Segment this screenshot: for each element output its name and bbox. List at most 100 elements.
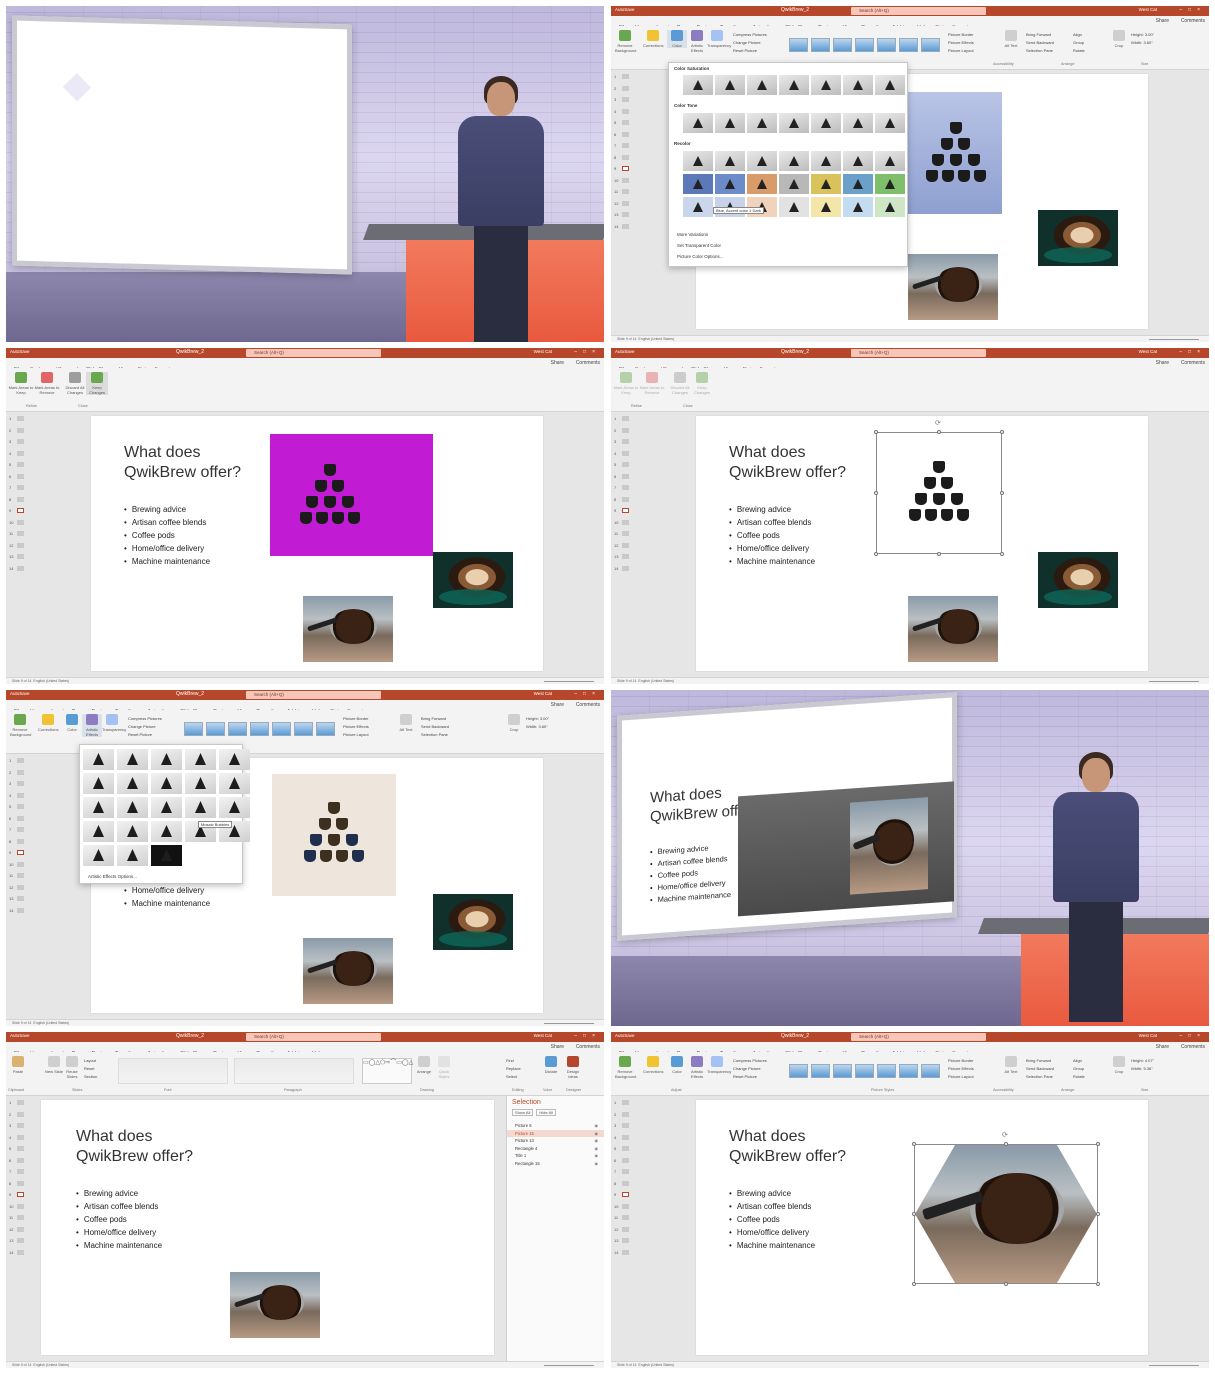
keep-changes-button[interactable]: Keep Changes bbox=[691, 372, 713, 395]
design-ideas-button[interactable]: Design Ideas bbox=[563, 1056, 583, 1079]
slide-bullets[interactable]: Brewing adviceArtisan coffee blendsCoffe… bbox=[76, 1187, 162, 1252]
discard-changes-button[interactable]: Discard All Changes bbox=[64, 372, 86, 395]
shapes-gallery[interactable]: ▭◯△⬠⇨⌒▭◯△ bbox=[362, 1058, 413, 1084]
pods-removal-preview[interactable] bbox=[270, 434, 433, 556]
find-button[interactable]: Find bbox=[506, 1057, 521, 1065]
zoom-slider[interactable] bbox=[1149, 339, 1199, 340]
send-backward-button[interactable]: Send Backward bbox=[1026, 39, 1054, 47]
slide-canvas[interactable]: What doesQwikBrew offer? Brewing adviceA… bbox=[696, 416, 1148, 671]
mark-areas-remove-button[interactable]: Mark Areas to Remove bbox=[639, 372, 665, 395]
latte-picture[interactable] bbox=[1038, 552, 1118, 608]
width-field[interactable]: 3.60" bbox=[538, 724, 547, 729]
comments-button[interactable]: Comments bbox=[576, 700, 600, 710]
selected-picture-frame[interactable]: ⟳ bbox=[874, 420, 1004, 556]
selection-item[interactable]: Picture 15 bbox=[507, 1129, 604, 1137]
reuse-slides-button[interactable]: Reuse Slides bbox=[62, 1056, 82, 1079]
replace-button[interactable]: Replace bbox=[506, 1065, 521, 1073]
corrections-button[interactable]: Corrections bbox=[643, 1056, 663, 1074]
group-button[interactable]: Group bbox=[1073, 1065, 1085, 1073]
slide-bullets[interactable]: Brewing adviceArtisan coffee blendsCoffe… bbox=[729, 1187, 815, 1252]
slide-bullets[interactable]: Brewing adviceArtisan coffee blendsCoffe… bbox=[729, 503, 815, 568]
change-picture-button[interactable]: Change Picture bbox=[733, 1065, 767, 1073]
bring-forward-button[interactable]: Bring Forward bbox=[421, 715, 449, 723]
coffee-pods-artistic-picture[interactable] bbox=[272, 774, 396, 896]
layout-button[interactable]: Layout bbox=[84, 1057, 97, 1065]
show-all-button[interactable]: Show All bbox=[512, 1109, 534, 1116]
alt-text-button[interactable]: Alt Text bbox=[396, 714, 416, 732]
hexagon-picture-frame[interactable]: ⟳ bbox=[912, 1132, 1100, 1286]
comments-button[interactable]: Comments bbox=[576, 1042, 600, 1052]
color-button[interactable]: Color bbox=[62, 714, 82, 732]
zoom-slider[interactable] bbox=[544, 1023, 594, 1024]
window-controls[interactable]: –□× bbox=[574, 691, 601, 697]
comments-button[interactable]: Comments bbox=[576, 358, 600, 368]
selection-item[interactable]: Title 1 bbox=[507, 1152, 604, 1160]
window-controls[interactable]: –□× bbox=[574, 1033, 601, 1039]
slide-canvas[interactable]: What doesQwikBrew offer? Brewing adviceA… bbox=[91, 416, 543, 671]
zoom-slider[interactable] bbox=[544, 1365, 594, 1366]
rotate-handle-icon[interactable]: ⟳ bbox=[935, 419, 941, 427]
bring-forward-button[interactable]: Bring Forward bbox=[1026, 31, 1054, 39]
paragraph-controls[interactable] bbox=[234, 1058, 354, 1084]
artistic-effects-gallery[interactable] bbox=[83, 749, 250, 866]
width-field[interactable]: 5.36" bbox=[1143, 1066, 1152, 1071]
paste-button[interactable]: Paste bbox=[8, 1056, 28, 1074]
remove-background-button[interactable]: Remove Background bbox=[10, 714, 31, 737]
selection-pane-button[interactable]: Selection Pane bbox=[421, 731, 449, 739]
recolor-row-1[interactable] bbox=[683, 151, 905, 171]
compress-pictures-button[interactable]: Compress Pictures bbox=[128, 715, 162, 723]
search-box[interactable]: Search (Alt+Q) bbox=[851, 1033, 986, 1041]
tone-presets[interactable] bbox=[683, 113, 905, 133]
mark-areas-keep-button[interactable]: Mark Areas to Keep bbox=[613, 372, 639, 395]
comments-button[interactable]: Comments bbox=[1181, 1042, 1205, 1052]
mark-areas-keep-button[interactable]: Mark Areas to Keep bbox=[8, 372, 34, 395]
new-slide-button[interactable]: New Slide bbox=[44, 1056, 64, 1074]
reset-picture-button[interactable]: Reset Picture bbox=[733, 47, 767, 55]
search-box[interactable]: Search (Alt+Q) bbox=[246, 1033, 381, 1041]
reset-button[interactable]: Reset bbox=[84, 1065, 97, 1073]
slide-title[interactable]: What doesQwikBrew offer? bbox=[729, 1127, 846, 1167]
zoom-slider[interactable] bbox=[1149, 681, 1199, 682]
slide-canvas[interactable]: What doesQwikBrew offer? Brewing adviceA… bbox=[696, 1100, 1148, 1355]
align-button[interactable]: Align bbox=[1073, 1057, 1085, 1065]
reset-picture-button[interactable]: Reset Picture bbox=[128, 731, 162, 739]
picture-styles-gallery[interactable] bbox=[789, 1064, 940, 1078]
corrections-button[interactable]: Corrections bbox=[38, 714, 58, 732]
send-backward-button[interactable]: Send Backward bbox=[421, 723, 449, 731]
crop-button[interactable]: Crop bbox=[504, 714, 524, 732]
search-box[interactable]: Search (Alt+Q) bbox=[851, 349, 986, 357]
window-controls[interactable]: –□× bbox=[1179, 349, 1206, 355]
quick-styles-button[interactable]: Quick Styles bbox=[434, 1056, 454, 1079]
rotate-button[interactable]: Rotate bbox=[1073, 47, 1085, 55]
picture-layout-button[interactable]: Picture Layout bbox=[948, 47, 974, 55]
reset-picture-button[interactable]: Reset Picture bbox=[733, 1073, 767, 1081]
latte-picture[interactable] bbox=[1038, 210, 1118, 266]
height-field[interactable]: 4.07" bbox=[1145, 1058, 1154, 1063]
font-controls[interactable] bbox=[118, 1058, 228, 1084]
share-button[interactable]: Share bbox=[551, 358, 564, 368]
height-field[interactable]: 3.00" bbox=[540, 716, 549, 721]
rotate-handle-icon[interactable]: ⟳ bbox=[1002, 1131, 1008, 1139]
align-button[interactable]: Align bbox=[1073, 31, 1085, 39]
compress-pictures-button[interactable]: Compress Pictures bbox=[733, 1057, 767, 1065]
bring-forward-button[interactable]: Bring Forward bbox=[1026, 1057, 1054, 1065]
selection-item[interactable]: Rectangle 15 bbox=[507, 1160, 604, 1168]
remove-background-button[interactable]: Remove Background bbox=[615, 1056, 636, 1079]
slide-canvas[interactable]: What doesQwikBrew offer? Brewing adviceA… bbox=[41, 1100, 494, 1355]
artistic-effects-options-item[interactable]: Artistic Effects Options... bbox=[88, 874, 137, 879]
recolor-row-2[interactable] bbox=[683, 174, 905, 194]
latte-picture[interactable] bbox=[433, 552, 513, 608]
slide-title[interactable]: What doesQwikBrew offer? bbox=[729, 443, 846, 483]
picture-effects-button[interactable]: Picture Effects bbox=[343, 723, 369, 731]
portafilter-picture[interactable] bbox=[230, 1272, 320, 1338]
slide-bullets[interactable]: Brewing adviceArtisan coffee blendsCoffe… bbox=[124, 503, 210, 568]
comments-button[interactable]: Comments bbox=[1181, 16, 1205, 26]
compress-pictures-button[interactable]: Compress Pictures bbox=[733, 31, 767, 39]
slide-title[interactable]: What doesQwikBrew offer? bbox=[76, 1127, 193, 1167]
selection-item[interactable]: Picture 13 bbox=[507, 1137, 604, 1145]
mark-areas-remove-button[interactable]: Mark Areas to Remove bbox=[34, 372, 60, 395]
transparency-button[interactable]: Transparency bbox=[102, 714, 126, 732]
comments-button[interactable]: Comments bbox=[1181, 358, 1205, 368]
transparency-button[interactable]: Transparency bbox=[707, 1056, 731, 1074]
crop-button[interactable]: Crop bbox=[1109, 30, 1129, 48]
